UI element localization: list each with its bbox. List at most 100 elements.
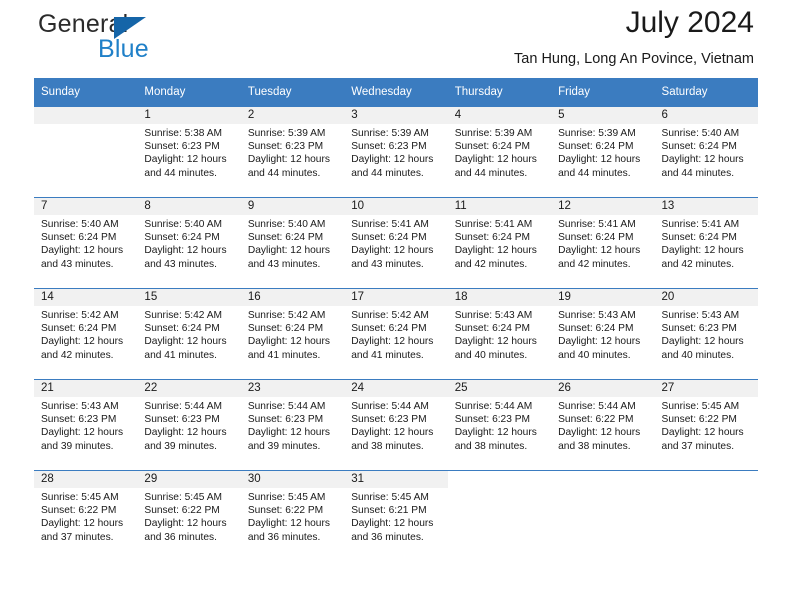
- calendar-day-cell[interactable]: 18 Sunrise: 5:43 AM Sunset: 6:24 PM Dayligh…: [447, 288, 552, 380]
- sunrise-text: Sunrise: 5:39 AM: [558, 128, 636, 139]
- daylight-text: Daylight: 12 hours and 44 minutes.: [351, 154, 434, 179]
- calendar-day-cell[interactable]: 16 Sunrise: 5:42 AM Sunset: 6:24 PM Dayligh…: [240, 288, 345, 380]
- daylight-text: Daylight: 12 hours and 39 minutes.: [144, 427, 227, 452]
- day-sun-info: Sunrise: 5:39 AM Sunset: 6:24 PM Daylight:…: [551, 124, 654, 180]
- calendar-week-row: 1 Sunrise: 5:38 AM Sunset: 6:23 PM Daylight…: [34, 106, 758, 198]
- calendar-day-cell[interactable]: 31 Sunrise: 5:45 AM Sunset: 6:21 PM Dayligh…: [344, 470, 448, 561]
- calendar-day-cell[interactable]: 15 Sunrise: 5:42 AM Sunset: 6:24 PM Dayligh…: [137, 288, 241, 380]
- day-number: 27: [654, 380, 758, 397]
- calendar-body: 1 Sunrise: 5:38 AM Sunset: 6:23 PM Daylight…: [34, 106, 758, 561]
- sunset-text: Sunset: 6:22 PM: [247, 505, 324, 517]
- sunset-text: Sunset: 6:24 PM: [351, 323, 427, 335]
- page-title: July 2024: [625, 6, 754, 39]
- sunrise-text: Sunrise: 5:45 AM: [144, 492, 223, 503]
- day-number: 30: [240, 471, 345, 488]
- calendar-day-cell[interactable]: 3 Sunrise: 5:39 AM Sunset: 6:23 PM Daylight…: [344, 106, 448, 198]
- calendar-day-cell[interactable]: 25 Sunrise: 5:44 AM Sunset: 6:23 PM Dayligh…: [447, 379, 552, 471]
- calendar-day-cell[interactable]: 4 Sunrise: 5:39 AM Sunset: 6:24 PM Daylight…: [447, 106, 552, 198]
- calendar-day-cell[interactable]: 9 Sunrise: 5:40 AM Sunset: 6:24 PM Daylight…: [240, 197, 345, 289]
- calendar-day-cell[interactable]: 2 Sunrise: 5:39 AM Sunset: 6:23 PM Daylight…: [240, 106, 345, 198]
- daylight-text: Daylight: 12 hours and 37 minutes.: [41, 518, 124, 543]
- sunrise-text: Sunrise: 5:42 AM: [351, 310, 429, 321]
- sunrise-text: Sunrise: 5:42 AM: [144, 310, 223, 321]
- calendar-day-cell[interactable]: 8 Sunrise: 5:40 AM Sunset: 6:24 PM Daylight…: [137, 197, 241, 289]
- sunrise-text: Sunrise: 5:44 AM: [454, 401, 533, 412]
- daylight-text: Daylight: 12 hours and 42 minutes.: [661, 245, 744, 270]
- sunset-text: Sunset: 6:24 PM: [661, 232, 737, 244]
- daylight-text: Daylight: 12 hours and 40 minutes.: [558, 336, 641, 361]
- weekday-header-monday: Monday: [137, 78, 241, 107]
- day-number: 16: [240, 289, 345, 306]
- calendar-week-row: 28 Sunrise: 5:45 AM Sunset: 6:22 PM Dayligh…: [34, 470, 758, 561]
- calendar-day-cell[interactable]: 27 Sunrise: 5:45 AM Sunset: 6:22 PM Dayligh…: [654, 379, 758, 471]
- calendar-day-cell[interactable]: 20 Sunrise: 5:43 AM Sunset: 6:23 PM Dayligh…: [654, 288, 758, 380]
- day-number: 15: [137, 289, 241, 306]
- day-sun-info: Sunrise: 5:39 AM Sunset: 6:23 PM Daylight:…: [344, 124, 447, 180]
- calendar-day-cell[interactable]: 23 Sunrise: 5:44 AM Sunset: 6:23 PM Dayligh…: [240, 379, 345, 471]
- daylight-text: Daylight: 12 hours and 42 minutes.: [558, 245, 641, 270]
- day-sun-info: Sunrise: 5:41 AM Sunset: 6:24 PM Daylight:…: [448, 215, 551, 271]
- daylight-text: Daylight: 12 hours and 36 minutes.: [247, 518, 330, 543]
- calendar-day-cell[interactable]: 30 Sunrise: 5:45 AM Sunset: 6:22 PM Dayligh…: [240, 470, 345, 561]
- sunrise-text: Sunrise: 5:43 AM: [558, 310, 636, 321]
- sunrise-text: Sunrise: 5:39 AM: [247, 128, 326, 139]
- daylight-text: Daylight: 12 hours and 36 minutes.: [351, 518, 434, 543]
- sunrise-text: Sunrise: 5:42 AM: [41, 310, 119, 321]
- day-sun-info: Sunrise: 5:40 AM Sunset: 6:24 PM Daylight:…: [655, 124, 758, 180]
- day-number: 19: [551, 289, 655, 306]
- calendar-day-cell[interactable]: 21 Sunrise: 5:43 AM Sunset: 6:23 PM Dayligh…: [34, 379, 138, 471]
- calendar-day-cell[interactable]: 19 Sunrise: 5:43 AM Sunset: 6:24 PM Dayligh…: [551, 288, 655, 380]
- calendar-day-cell-empty: [654, 470, 758, 561]
- calendar-day-cell[interactable]: 12 Sunrise: 5:41 AM Sunset: 6:24 PM Dayligh…: [551, 197, 655, 289]
- calendar-day-cell[interactable]: 13 Sunrise: 5:41 AM Sunset: 6:24 PM Dayligh…: [654, 197, 758, 289]
- sunset-text: Sunset: 6:24 PM: [454, 141, 531, 153]
- sunset-text: Sunset: 6:22 PM: [41, 505, 117, 517]
- day-number: 4: [447, 107, 552, 124]
- day-sun-info: Sunrise: 5:40 AM Sunset: 6:24 PM Daylight:…: [137, 215, 240, 271]
- calendar-day-cell[interactable]: 29 Sunrise: 5:45 AM Sunset: 6:22 PM Dayligh…: [137, 470, 241, 561]
- daylight-text: Daylight: 12 hours and 41 minutes.: [351, 336, 434, 361]
- day-number: [34, 107, 138, 124]
- calendar-day-cell[interactable]: 10 Sunrise: 5:41 AM Sunset: 6:24 PM Dayligh…: [344, 197, 448, 289]
- calendar-page: General Blue July 2024 Tan Hung, Long An…: [0, 0, 792, 612]
- calendar-day-cell[interactable]: 14 Sunrise: 5:42 AM Sunset: 6:24 PM Dayligh…: [34, 288, 138, 380]
- sunrise-sunset-calendar: Sunday Monday Tuesday Wednesday Thursday…: [34, 78, 758, 561]
- sunset-text: Sunset: 6:23 PM: [351, 414, 427, 426]
- sunset-text: Sunset: 6:24 PM: [144, 232, 220, 244]
- calendar-day-cell[interactable]: 22 Sunrise: 5:44 AM Sunset: 6:23 PM Dayligh…: [137, 379, 241, 471]
- day-number: 3: [344, 107, 448, 124]
- day-number: 21: [34, 380, 138, 397]
- day-sun-info: Sunrise: 5:44 AM Sunset: 6:22 PM Daylight:…: [551, 397, 654, 453]
- calendar-day-cell[interactable]: 17 Sunrise: 5:42 AM Sunset: 6:24 PM Dayligh…: [344, 288, 448, 380]
- calendar-day-cell[interactable]: 26 Sunrise: 5:44 AM Sunset: 6:22 PM Dayligh…: [551, 379, 655, 471]
- calendar-day-cell[interactable]: 28 Sunrise: 5:45 AM Sunset: 6:22 PM Dayligh…: [34, 470, 138, 561]
- calendar-day-cell[interactable]: 24 Sunrise: 5:44 AM Sunset: 6:23 PM Dayligh…: [344, 379, 448, 471]
- calendar-day-cell[interactable]: 11 Sunrise: 5:41 AM Sunset: 6:24 PM Dayligh…: [447, 197, 552, 289]
- sunset-text: Sunset: 6:22 PM: [661, 414, 737, 426]
- calendar-week-row: 21 Sunrise: 5:43 AM Sunset: 6:23 PM Dayligh…: [34, 379, 758, 471]
- daylight-text: Daylight: 12 hours and 43 minutes.: [144, 245, 227, 270]
- day-number: 14: [34, 289, 138, 306]
- day-number: 26: [551, 380, 655, 397]
- weekday-header-thursday: Thursday: [447, 78, 552, 107]
- daylight-text: Daylight: 12 hours and 40 minutes.: [661, 336, 744, 361]
- general-blue-logo[interactable]: General Blue: [38, 10, 218, 66]
- sunset-text: Sunset: 6:24 PM: [454, 232, 531, 244]
- day-sun-info: Sunrise: 5:39 AM Sunset: 6:24 PM Daylight:…: [448, 124, 551, 180]
- calendar-day-cell[interactable]: 6 Sunrise: 5:40 AM Sunset: 6:24 PM Daylight…: [654, 106, 758, 198]
- day-sun-info: Sunrise: 5:43 AM Sunset: 6:24 PM Daylight:…: [551, 306, 654, 362]
- calendar-day-cell[interactable]: 1 Sunrise: 5:38 AM Sunset: 6:23 PM Daylight…: [137, 106, 241, 198]
- daylight-text: Daylight: 12 hours and 36 minutes.: [144, 518, 227, 543]
- day-number: 6: [654, 107, 758, 124]
- daylight-text: Daylight: 12 hours and 38 minutes.: [558, 427, 641, 452]
- calendar-day-cell[interactable]: 5 Sunrise: 5:39 AM Sunset: 6:24 PM Daylight…: [551, 106, 655, 198]
- day-sun-info: Sunrise: 5:39 AM Sunset: 6:23 PM Daylight:…: [241, 124, 344, 180]
- sunset-text: Sunset: 6:24 PM: [558, 232, 634, 244]
- day-sun-info: Sunrise: 5:42 AM Sunset: 6:24 PM Daylight:…: [137, 306, 240, 362]
- calendar-week-row: 7 Sunrise: 5:40 AM Sunset: 6:24 PM Daylight…: [34, 197, 758, 289]
- calendar-day-cell[interactable]: 7 Sunrise: 5:40 AM Sunset: 6:24 PM Daylight…: [34, 197, 138, 289]
- weekday-header-saturday: Saturday: [654, 78, 758, 107]
- sunset-text: Sunset: 6:24 PM: [558, 323, 634, 335]
- sunset-text: Sunset: 6:23 PM: [144, 141, 220, 153]
- sunset-text: Sunset: 6:23 PM: [247, 141, 324, 153]
